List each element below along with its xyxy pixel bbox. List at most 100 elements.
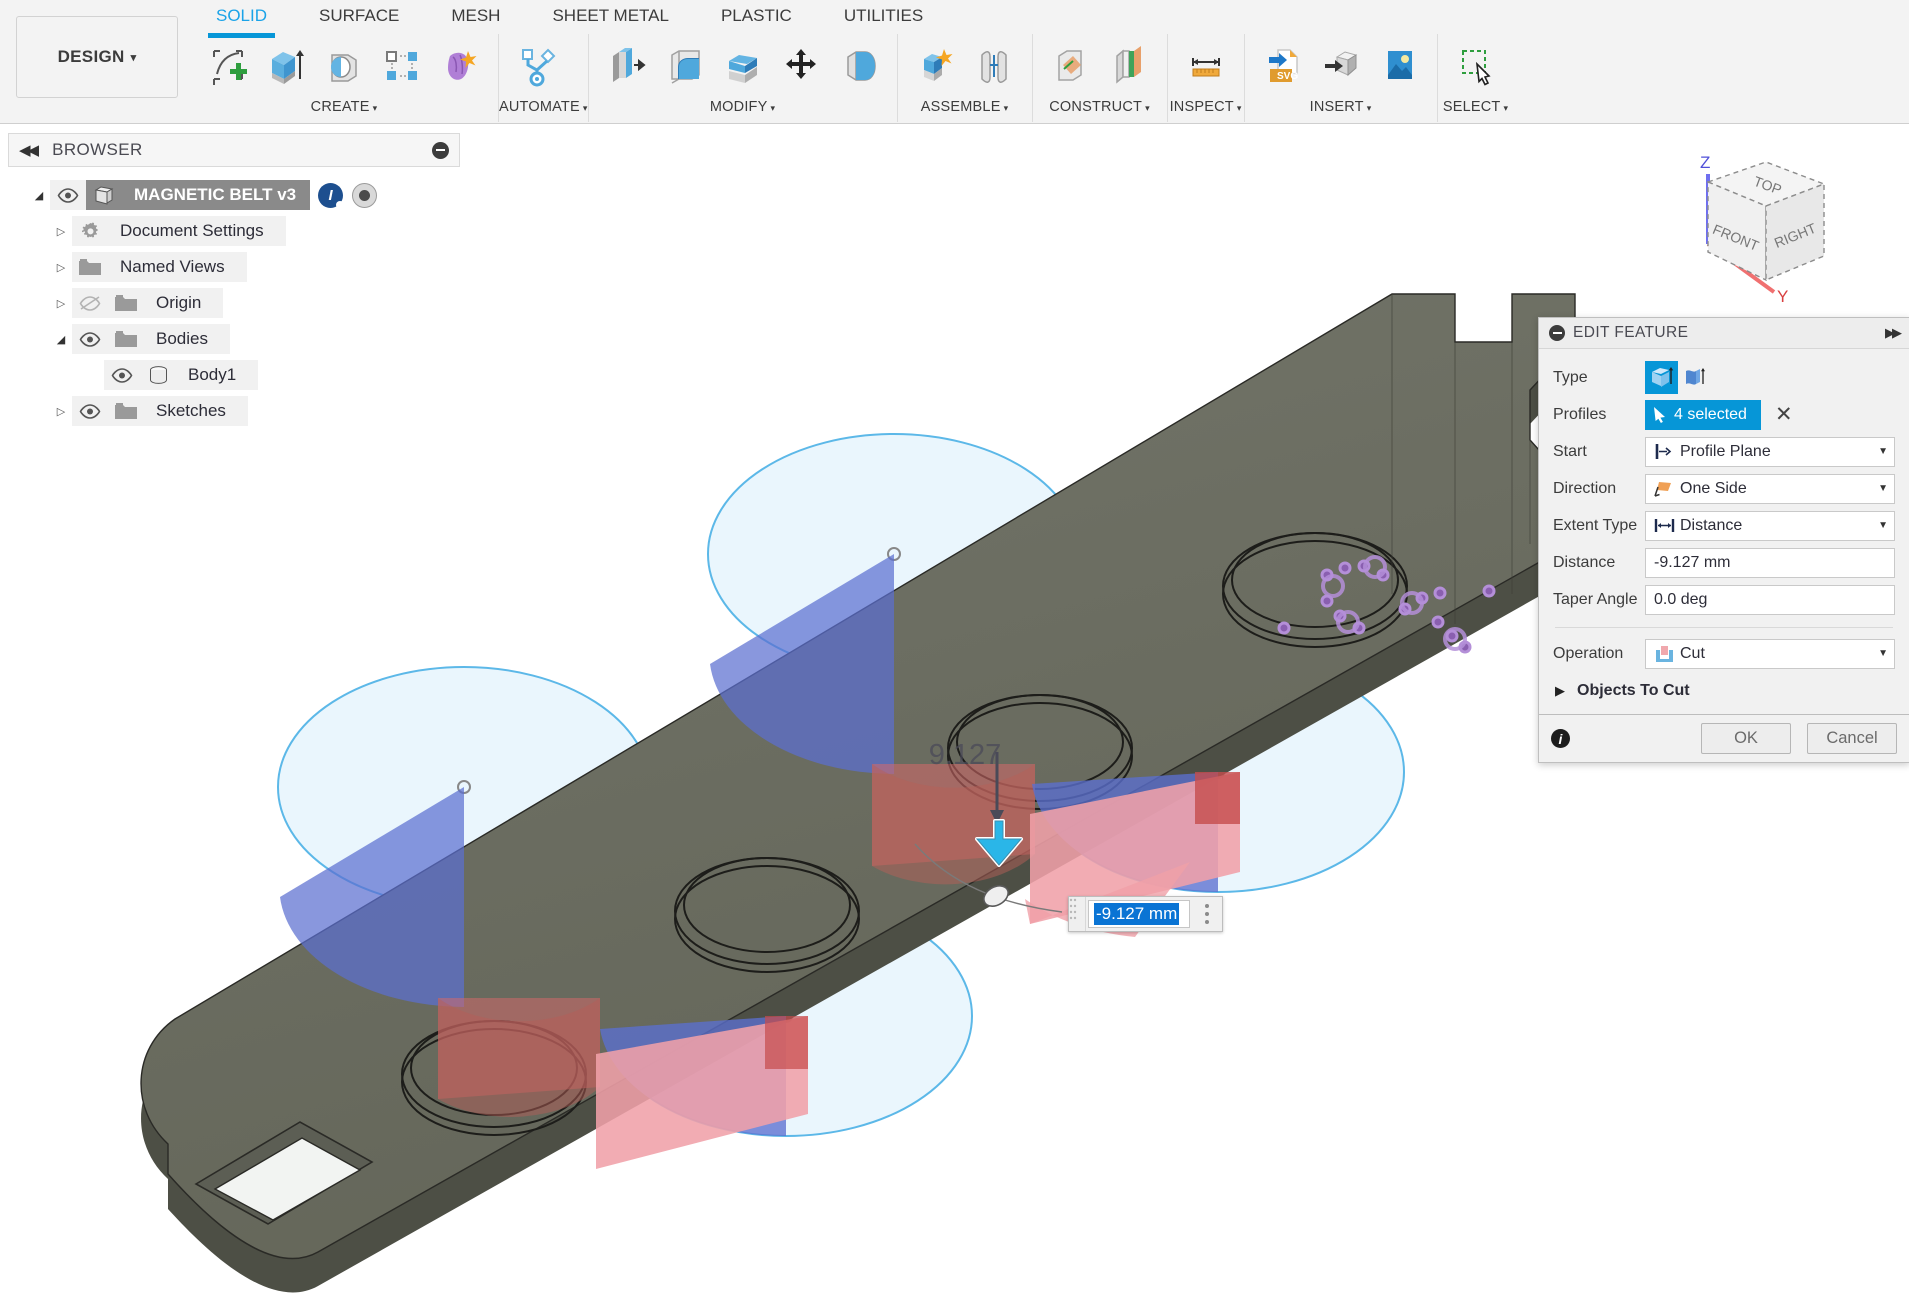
select-window-icon[interactable] [1450, 37, 1502, 93]
align-icon[interactable] [833, 37, 885, 93]
extent-type-dropdown[interactable]: Distance ▼ [1645, 510, 1895, 541]
panel-create: CREATE ▾ [190, 34, 498, 122]
chevron-down-icon: ▾ [1145, 103, 1150, 113]
tree-item-document-settings[interactable]: ▷ Document Settings [8, 213, 460, 249]
panel-inspect-title[interactable]: INSPECT ▾ [1168, 96, 1244, 122]
tab-surface[interactable]: SURFACE [293, 0, 425, 32]
panel-assemble-title[interactable]: ASSEMBLE ▾ [898, 96, 1032, 122]
measure-icon[interactable] [1180, 37, 1232, 93]
expand-arrow-icon[interactable]: ◢ [50, 333, 72, 346]
taper-angle-input[interactable]: 0.0 deg [1645, 584, 1895, 615]
insert-image-icon[interactable] [1373, 37, 1425, 93]
joint-icon[interactable] [968, 37, 1020, 93]
tab-utilities[interactable]: UTILITIES [818, 0, 949, 32]
workspace-switcher-button[interactable]: DESIGN ▾ [16, 16, 178, 98]
pattern-icon[interactable] [376, 37, 428, 93]
expand-arrow-icon[interactable]: ▷ [50, 405, 72, 418]
double-left-chevron-icon[interactable]: ◀◀ [19, 141, 39, 159]
field-taper-angle: Taper Angle 0.0 deg [1553, 581, 1895, 618]
close-x-icon[interactable]: ✕ [1775, 404, 1793, 425]
midplane-icon[interactable] [1103, 37, 1155, 93]
dialog-title: EDIT FEATURE [1573, 324, 1689, 341]
move-copy-icon[interactable] [775, 37, 827, 93]
browser-title: BROWSER [52, 140, 143, 159]
panel-create-title[interactable]: CREATE ▾ [190, 96, 498, 122]
cursor-icon [1654, 407, 1665, 423]
view-cube[interactable]: Z Y TOP FRONT RIGHT [1664, 144, 1854, 304]
sketch-folder-icon [108, 396, 144, 426]
panel-construct-title[interactable]: CONSTRUCT ▾ [1033, 96, 1167, 122]
info-icon[interactable]: i [1551, 729, 1570, 748]
tree-item-magnetic-belt[interactable]: ◢ MAGNETIC BELT v3 I [8, 177, 460, 213]
taper-value: 0.0 deg [1654, 590, 1708, 608]
fillet-icon[interactable] [659, 37, 711, 93]
direction-dropdown[interactable]: One Side ▼ [1645, 473, 1895, 504]
tree-item-origin[interactable]: ▷ Origin [8, 285, 460, 321]
insert-derive-icon[interactable] [1315, 37, 1367, 93]
chevron-down-icon: ▾ [130, 51, 137, 64]
distance-value: -9.127 mm [1654, 553, 1731, 571]
start-dropdown[interactable]: Profile Plane ▼ [1645, 436, 1895, 467]
revolve-icon[interactable] [318, 37, 370, 93]
extrude-surface-icon[interactable] [1678, 361, 1711, 394]
extrude-icon[interactable] [260, 37, 312, 93]
panel-select-title[interactable]: SELECT ▾ [1438, 96, 1514, 122]
axis-y-label: Y [1777, 287, 1788, 304]
press-pull-icon[interactable] [601, 37, 653, 93]
panel-automate: AUTOMATE ▾ [498, 34, 588, 122]
panel-construct: CONSTRUCT ▾ [1031, 34, 1167, 122]
tab-sheet-metal[interactable]: SHEET METAL [526, 0, 695, 32]
profiles-selection-chip[interactable]: 4 selected [1645, 399, 1761, 430]
automate-icon[interactable] [511, 37, 563, 93]
panel-automate-title[interactable]: AUTOMATE ▾ [499, 96, 588, 122]
tree-item-named-views[interactable]: ▷ Named Views [8, 249, 460, 285]
radio-badge-icon[interactable] [352, 182, 378, 208]
visibility-eye-icon[interactable] [104, 360, 140, 390]
tree-item-label: Origin [144, 288, 224, 318]
field-type: Type [1553, 359, 1895, 396]
ok-button[interactable]: OK [1701, 723, 1791, 754]
form-icon[interactable] [434, 37, 486, 93]
offset-plane-icon[interactable] [1045, 37, 1097, 93]
operation-dropdown[interactable]: Cut ▼ [1645, 638, 1895, 669]
panel-modify-title[interactable]: MODIFY ▾ [589, 96, 897, 122]
visibility-eye-icon[interactable] [72, 396, 108, 426]
objects-to-cut-section[interactable]: ▶ Objects To Cut [1553, 672, 1895, 710]
inline-dimension-editor[interactable]: -9.127 mm [1068, 896, 1223, 932]
visibility-eye-icon[interactable] [50, 180, 86, 210]
panel-insert-title[interactable]: INSERT ▾ [1245, 96, 1437, 122]
ribbon-toolbar: DESIGN ▾ SOLID SURFACE MESH SHEET METAL … [0, 0, 1909, 124]
tree-item-label: Document Settings [108, 216, 286, 246]
extrude-solid-icon[interactable] [1645, 361, 1678, 394]
double-right-chevron-icon[interactable]: ▶▶ [1885, 325, 1902, 341]
dimension-value-input[interactable]: -9.127 mm [1088, 900, 1190, 928]
shell-icon[interactable] [717, 37, 769, 93]
tree-item-body1[interactable]: Body1 [8, 357, 460, 393]
start-label: Start [1553, 442, 1587, 460]
field-extent-type: Extent Type Distance ▼ [1553, 507, 1895, 544]
expand-arrow-icon[interactable]: ▷ [50, 225, 72, 238]
expand-arrow-icon[interactable]: ◢ [28, 189, 50, 202]
info-badge-icon[interactable]: I [318, 182, 345, 209]
new-component-icon[interactable] [910, 37, 962, 93]
dialog-footer: i OK Cancel [1539, 714, 1909, 762]
minus-circle-icon[interactable] [432, 141, 449, 159]
svg-text:SVG: SVG [1277, 71, 1298, 82]
cancel-button[interactable]: Cancel [1807, 723, 1897, 754]
expand-arrow-icon[interactable]: ▷ [50, 261, 72, 274]
new-sketch-icon[interactable] [202, 37, 254, 93]
drag-handle-icon[interactable] [1069, 897, 1086, 931]
tab-mesh[interactable]: MESH [425, 0, 526, 32]
tab-plastic[interactable]: PLASTIC [695, 0, 818, 32]
visibility-eye-hidden-icon[interactable] [72, 288, 108, 318]
insert-svg-icon[interactable]: SVG [1257, 37, 1309, 93]
visibility-eye-icon[interactable] [72, 324, 108, 354]
tree-item-label: Sketches [144, 396, 248, 426]
expand-arrow-icon[interactable]: ▷ [50, 297, 72, 310]
dimension-options-icon[interactable] [1192, 897, 1222, 931]
tree-item-sketches[interactable]: ▷ Sketches [8, 393, 460, 429]
tab-solid[interactable]: SOLID [190, 0, 293, 38]
distance-input[interactable]: -9.127 mm [1645, 547, 1895, 578]
minus-circle-icon[interactable] [1549, 325, 1565, 341]
tree-item-bodies[interactable]: ◢ Bodies [8, 321, 460, 357]
